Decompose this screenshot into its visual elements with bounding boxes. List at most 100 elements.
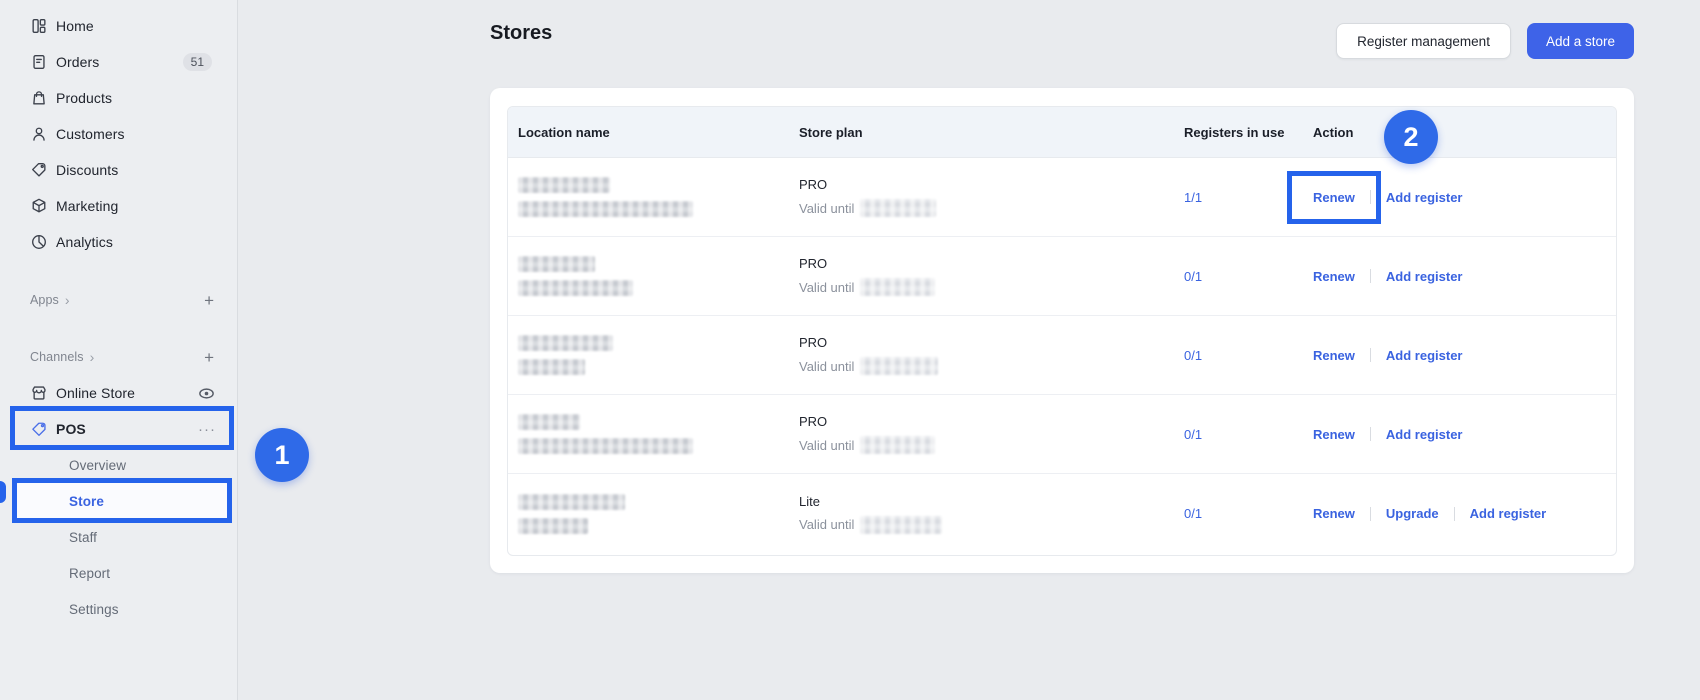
add-register-link[interactable]: Add register (1386, 190, 1463, 205)
action-cell: Renew Add register (1313, 348, 1616, 363)
action-divider (1454, 507, 1455, 521)
add-app-icon[interactable]: + (204, 292, 214, 309)
customers-icon (30, 125, 48, 143)
sidebar-item-marketing[interactable]: Marketing (12, 188, 232, 224)
sidebar-item-label: Online Store (56, 385, 135, 401)
sidebar-item-analytics[interactable]: Analytics (12, 224, 232, 260)
stores-card: Location name Store plan Registers in us… (490, 88, 1634, 573)
registers-in-use-value: 0/1 (1184, 427, 1313, 442)
store-plan-cell: Lite Valid until (799, 494, 1184, 534)
sidebar-item-label: Customers (56, 126, 125, 142)
store-plan-cell: PRO Valid until (799, 335, 1184, 375)
sidebar-item-home[interactable]: Home (12, 8, 232, 44)
date-redacted (860, 436, 935, 454)
add-a-store-button[interactable]: Add a store (1527, 23, 1634, 59)
action-cell: Renew Add register (1313, 190, 1616, 205)
add-register-link[interactable]: Add register (1386, 269, 1463, 284)
sidebar-item-label: Analytics (56, 234, 113, 250)
more-icon[interactable]: ··· (198, 422, 216, 437)
renew-link[interactable]: Renew (1313, 269, 1355, 284)
stores-table: Location name Store plan Registers in us… (507, 106, 1617, 556)
sidebar-subitem-overview[interactable]: Overview (14, 447, 230, 483)
online-store-icon (30, 384, 48, 402)
action-cell: Renew Add register (1313, 427, 1616, 442)
sidebar-item-label: Home (56, 18, 94, 34)
sidebar-subitem-staff[interactable]: Staff (14, 519, 230, 555)
add-register-link[interactable]: Add register (1386, 427, 1463, 442)
sidebar: Home Orders 51 Products Customers Discou… (0, 0, 238, 700)
step-1-badge: 1 (255, 428, 309, 482)
renew-link[interactable]: Renew (1313, 506, 1355, 521)
sidebar-section-apps[interactable]: Apps › + (12, 282, 232, 318)
action-divider (1370, 427, 1371, 441)
table-row: PRO Valid until 0/1 Renew Add register (508, 395, 1616, 474)
orders-icon (30, 53, 48, 71)
action-divider (1370, 348, 1371, 362)
chevron-right-icon: › (90, 350, 95, 364)
spacer (0, 260, 237, 282)
sidebar-item-online-store[interactable]: Online Store (12, 375, 232, 411)
sidebar-item-label: POS (56, 421, 86, 437)
eye-icon[interactable] (197, 384, 216, 403)
products-icon (30, 89, 48, 107)
location-name-redacted (508, 494, 799, 534)
registers-in-use-value: 0/1 (1184, 506, 1313, 521)
discounts-icon (30, 161, 48, 179)
renew-link[interactable]: Renew (1313, 427, 1355, 442)
table-row: PRO Valid until 1/1 Renew Add register (508, 158, 1616, 237)
sidebar-item-products[interactable]: Products (12, 80, 232, 116)
table-row: PRO Valid until 0/1 Renew Add register (508, 237, 1616, 316)
location-name-redacted (508, 414, 799, 454)
column-registers-in-use: Registers in use (1184, 125, 1313, 140)
add-register-link[interactable]: Add register (1470, 506, 1547, 521)
sidebar-subitem-settings[interactable]: Settings (14, 591, 230, 627)
store-plan-cell: PRO Valid until (799, 256, 1184, 296)
renew-link[interactable]: Renew (1313, 348, 1355, 363)
action-cell: Renew Add register (1313, 269, 1616, 284)
date-redacted (860, 516, 942, 534)
sidebar-item-customers[interactable]: Customers (12, 116, 232, 152)
sidebar-item-discounts[interactable]: Discounts (12, 152, 232, 188)
registers-in-use-value: 0/1 (1184, 348, 1313, 363)
column-location-name: Location name (508, 125, 799, 140)
page-actions: Register management Add a store (1336, 23, 1634, 59)
add-channel-icon[interactable]: + (204, 349, 214, 366)
sidebar-section-channels[interactable]: Channels › + (12, 339, 232, 375)
sidebar-item-label: Discounts (56, 162, 118, 178)
page-title: Stores (490, 22, 552, 45)
sidebar-subitem-report[interactable]: Report (14, 555, 230, 591)
sidebar-item-orders[interactable]: Orders 51 (12, 44, 232, 80)
sidebar-item-label: Products (56, 90, 112, 106)
action-divider (1370, 190, 1371, 204)
registers-in-use-value: 1/1 (1184, 190, 1313, 205)
store-plan-cell: PRO Valid until (799, 414, 1184, 454)
action-cell: Renew Upgrade Add register (1313, 506, 1616, 521)
chevron-right-icon: › (65, 293, 70, 307)
table-row: Lite Valid until 0/1 Renew Upgrade Add r… (508, 474, 1616, 553)
table-row: PRO Valid until 0/1 Renew Add register (508, 316, 1616, 395)
orders-count-badge: 51 (183, 53, 212, 71)
location-name-redacted (508, 177, 799, 217)
pos-icon (30, 420, 48, 438)
table-header: Location name Store plan Registers in us… (508, 107, 1616, 158)
action-divider (1370, 269, 1371, 283)
renew-link[interactable]: Renew (1313, 190, 1355, 205)
location-name-redacted (508, 335, 799, 375)
spacer (0, 318, 237, 339)
sidebar-subitem-store[interactable]: Store (14, 483, 230, 519)
main-content: Stores Register management Add a store L… (238, 0, 1700, 700)
register-management-button[interactable]: Register management (1336, 23, 1511, 59)
marketing-icon (30, 197, 48, 215)
step-2-badge: 2 (1384, 110, 1438, 164)
date-redacted (860, 278, 935, 296)
sidebar-item-label: Orders (56, 54, 99, 70)
store-plan-cell: PRO Valid until (799, 177, 1184, 217)
sidebar-item-pos[interactable]: POS ··· (12, 411, 232, 447)
home-icon (30, 17, 48, 35)
edge-annotation-artifact (0, 481, 6, 503)
upgrade-link[interactable]: Upgrade (1386, 506, 1439, 521)
column-action: Action (1313, 125, 1616, 140)
add-register-link[interactable]: Add register (1386, 348, 1463, 363)
analytics-icon (30, 233, 48, 251)
action-divider (1370, 507, 1371, 521)
